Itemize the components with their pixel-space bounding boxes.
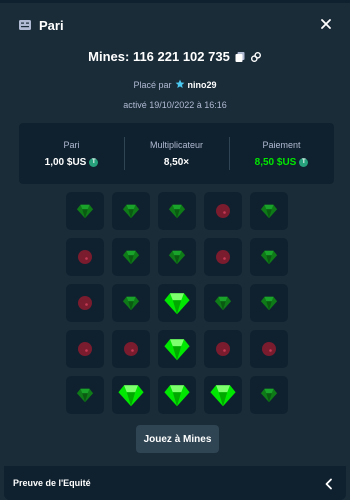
mine-icon — [215, 203, 231, 219]
gem-icon — [163, 335, 191, 363]
stat-multiplier: Multiplicateur 8,50× — [124, 123, 229, 184]
provably-fair-footer[interactable]: Preuve de l'Equité — [4, 466, 346, 500]
provably-fair-label: Preuve de l'Equité — [13, 478, 91, 488]
gem-icon — [168, 248, 186, 266]
mine-icon — [215, 249, 231, 265]
stat-bet-amount: 1,00 $US — [44, 156, 87, 168]
mine-tile — [204, 284, 242, 322]
mine-icon — [77, 341, 93, 357]
mine-tile — [158, 376, 196, 414]
tether-coin-icon: T — [299, 157, 309, 167]
mine-tile — [250, 376, 288, 414]
tether-coin-icon: T — [89, 157, 99, 167]
stat-multiplier-value: 8,50× — [163, 156, 190, 168]
stat-payout: Paiement 8,50 $US T — [229, 123, 334, 184]
gem-icon — [260, 386, 278, 404]
stat-bet: Pari 1,00 $US T — [19, 123, 124, 184]
mine-icon — [77, 295, 93, 311]
mine-icon — [77, 249, 93, 265]
link-icon[interactable] — [250, 51, 262, 63]
stat-payout-label: Paiement — [262, 139, 301, 150]
star-badge-icon — [175, 79, 185, 91]
gem-icon — [117, 381, 145, 409]
username-link[interactable]: nino29 — [188, 80, 217, 90]
mine-tile — [112, 192, 150, 230]
mine-tile — [204, 192, 242, 230]
gem-icon — [163, 289, 191, 317]
gem-icon — [76, 386, 94, 404]
bet-stats-panel: Pari 1,00 $US T Multiplicateur 8,50× Pai… — [19, 123, 334, 184]
play-mines-button[interactable]: Jouez à Mines — [136, 425, 219, 453]
gem-icon — [214, 294, 232, 312]
mine-icon — [123, 341, 139, 357]
gem-icon — [168, 202, 186, 220]
close-icon[interactable] — [318, 16, 334, 32]
mine-tile — [250, 238, 288, 276]
placed-by: Placé par nino29 — [4, 79, 346, 91]
mine-tile — [158, 238, 196, 276]
mine-tile — [250, 192, 288, 230]
stat-bet-value: 1,00 $US T — [45, 157, 99, 168]
mine-tile — [112, 376, 150, 414]
mine-tile — [112, 284, 150, 322]
gem-icon — [122, 202, 140, 220]
activated-date: activé 19/10/2022 à 16:16 — [123, 100, 227, 110]
mine-tile — [66, 192, 104, 230]
mine-tile — [204, 376, 242, 414]
gem-icon — [209, 381, 237, 409]
placed-by-label: Placé par — [133, 80, 172, 90]
mine-tile — [66, 376, 104, 414]
stat-multiplier-label: Multiplicateur — [149, 139, 204, 150]
bet-id: Mines: 116 221 102 735 — [4, 49, 346, 64]
mines-grid — [66, 192, 288, 414]
modal-header: Pari — [4, 3, 346, 47]
mine-tile — [250, 330, 288, 368]
stat-bet-label: Pari — [63, 139, 80, 150]
gem-icon — [260, 248, 278, 266]
ticket-icon — [18, 18, 32, 32]
mine-tile — [250, 284, 288, 322]
gem-icon — [163, 381, 191, 409]
mine-tile — [112, 330, 150, 368]
chevron-left-icon[interactable] — [324, 477, 334, 490]
copy-icon[interactable] — [234, 51, 246, 63]
mine-tile — [204, 238, 242, 276]
modal-title: Pari — [39, 17, 64, 33]
mine-tile — [66, 238, 104, 276]
mine-tile — [66, 284, 104, 322]
mine-tile — [158, 192, 196, 230]
mine-icon — [215, 341, 231, 357]
mine-tile — [158, 330, 196, 368]
bet-modal: Pari Mines: 116 221 102 735 Placé par ni… — [4, 3, 346, 500]
mine-icon — [261, 341, 277, 357]
stat-payout-amount: 8,50 $US — [254, 156, 297, 168]
mine-tile — [158, 284, 196, 322]
gem-icon — [122, 294, 140, 312]
mine-tile — [112, 238, 150, 276]
mine-tile — [204, 330, 242, 368]
gem-icon — [122, 248, 140, 266]
gem-icon — [260, 294, 278, 312]
bet-id-label: Mines: 116 221 102 735 — [88, 49, 230, 64]
mine-tile — [66, 330, 104, 368]
stat-payout-value: 8,50 $US T — [255, 157, 309, 168]
gem-icon — [260, 202, 278, 220]
gem-icon — [76, 202, 94, 220]
